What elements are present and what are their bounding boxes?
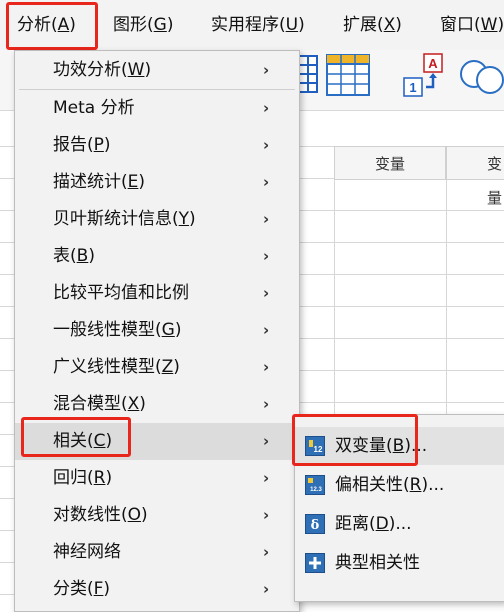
- menu-analyze[interactable]: 分析(A): [17, 0, 76, 50]
- menu-item-generalized-linear-models[interactable]: 广义线性模型(Z) ›: [15, 349, 299, 386]
- menu-graphs[interactable]: 图形(G): [113, 0, 173, 50]
- menu-item-neural-networks[interactable]: 神经网络 ›: [15, 534, 299, 571]
- menu-item-mixed-models[interactable]: 混合模型(X) ›: [15, 386, 299, 423]
- chevron-right-icon: ›: [263, 506, 270, 524]
- menu-utilities[interactable]: 实用程序(U): [211, 0, 305, 50]
- submenu-item-partial[interactable]: 12.3 偏相关性(R)...: [295, 466, 504, 504]
- bivariate-icon: 12: [305, 436, 325, 456]
- menu-item-compare-means[interactable]: 比较平均值和比例 ›: [15, 275, 299, 312]
- data-table-icon[interactable]: [326, 54, 370, 96]
- chevron-right-icon: ›: [263, 358, 270, 376]
- submenu-item-bivariate[interactable]: 12 双变量(B)...: [295, 427, 504, 465]
- chevron-right-icon: ›: [263, 61, 270, 79]
- menu-item-correlate[interactable]: 相关(C) ›: [15, 423, 299, 460]
- partial-correlation-icon: 12.3: [305, 475, 325, 495]
- analyze-dropdown-menu: 功效分析(W) › Meta 分析 › 报告(P) › 描述统计(E) › 贝叶…: [14, 50, 300, 612]
- chevron-right-icon: ›: [263, 247, 270, 265]
- chevron-right-icon: ›: [263, 580, 270, 598]
- canonical-correlation-icon: [305, 553, 325, 573]
- menu-item-regression[interactable]: 回归(R) ›: [15, 460, 299, 497]
- correlate-submenu: 12 双变量(B)... 12.3 偏相关性(R)... δ 距离(D)...: [294, 414, 504, 602]
- column-header-var[interactable]: 变量: [334, 146, 446, 180]
- chevron-right-icon: ›: [263, 173, 270, 191]
- menu-item-loglinear[interactable]: 对数线性(O) ›: [15, 497, 299, 534]
- chevron-right-icon: ›: [263, 99, 270, 117]
- chevron-right-icon: ›: [263, 136, 270, 154]
- chevron-right-icon: ›: [263, 543, 270, 561]
- chevron-right-icon: ›: [263, 469, 270, 487]
- chevron-right-icon: ›: [263, 432, 270, 450]
- chevron-right-icon: ›: [263, 321, 270, 339]
- menu-window[interactable]: 窗口(W): [440, 0, 504, 50]
- menu-item-meta-analysis[interactable]: Meta 分析 ›: [15, 90, 299, 127]
- chevron-right-icon: ›: [263, 395, 270, 413]
- svg-text:δ: δ: [311, 518, 320, 533]
- chevron-right-icon: ›: [263, 284, 270, 302]
- menu-item-tables[interactable]: 表(B) ›: [15, 238, 299, 275]
- svg-text:1: 1: [409, 80, 416, 95]
- svg-text:12.3: 12.3: [310, 487, 322, 493]
- distance-icon: δ: [305, 514, 325, 534]
- menu-extensions[interactable]: 扩展(X): [343, 0, 402, 50]
- value-labels-icon[interactable]: A 1: [402, 52, 448, 98]
- venn-sets-icon[interactable]: [458, 56, 504, 96]
- menu-item-bayesian-statistics[interactable]: 贝叶斯统计信息(Y) ›: [15, 201, 299, 238]
- menu-item-reports[interactable]: 报告(P) ›: [15, 127, 299, 164]
- split-table-icon[interactable]: [298, 54, 318, 94]
- svg-text:A: A: [428, 56, 438, 71]
- submenu-item-distances[interactable]: δ 距离(D)...: [295, 505, 504, 543]
- menu-item-general-linear-model[interactable]: 一般线性模型(G) ›: [15, 312, 299, 349]
- column-header-var[interactable]: 变量: [446, 146, 504, 207]
- submenu-item-canonical[interactable]: 典型相关性: [295, 544, 504, 582]
- menu-item-classify[interactable]: 分类(F) ›: [15, 571, 299, 608]
- svg-text:12: 12: [314, 445, 323, 454]
- chevron-right-icon: ›: [263, 210, 270, 228]
- menu-bar: 分析(A) 图形(G) 实用程序(U) 扩展(X) 窗口(W): [0, 0, 504, 51]
- menu-item-power-analysis[interactable]: 功效分析(W) ›: [15, 52, 299, 89]
- menu-item-descriptive-statistics[interactable]: 描述统计(E) ›: [15, 164, 299, 201]
